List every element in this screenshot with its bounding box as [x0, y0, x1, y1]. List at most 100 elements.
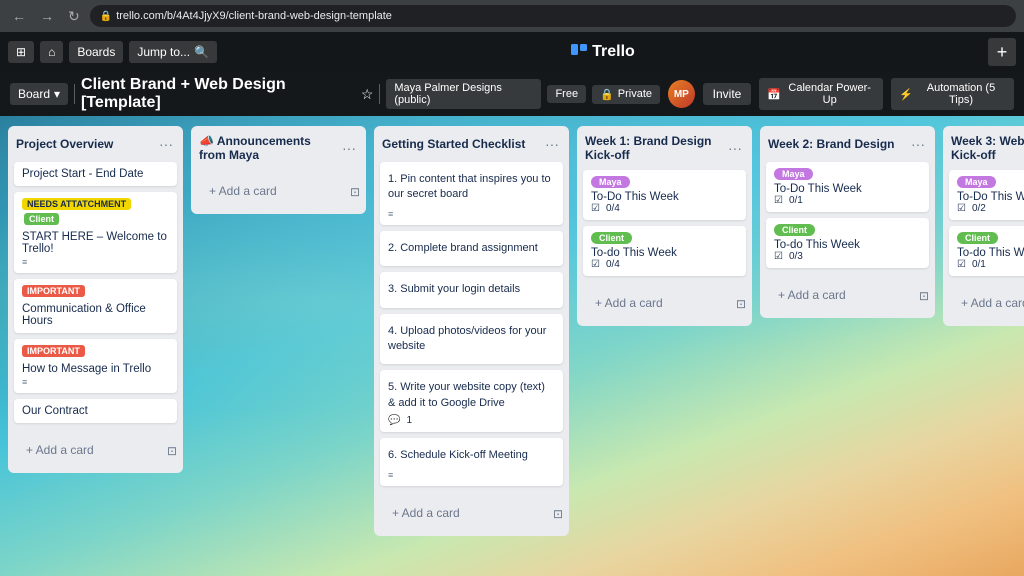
add-card-button-project-overview[interactable]: + Add a card: [18, 437, 163, 463]
column-cards-week2: Maya To-Do This Week ☑ 0/1 Client To-do …: [760, 158, 935, 278]
add-card-button-week2[interactable]: + Add a card: [770, 282, 915, 308]
card-text: Communication & Office Hours: [22, 303, 169, 327]
forward-button[interactable]: →: [36, 6, 58, 26]
add-card-button-week1[interactable]: + Add a card: [587, 290, 732, 316]
add-card-icons: ⊡: [167, 444, 177, 458]
add-card-icons-ann: ⊡: [350, 185, 360, 199]
card-text: How to Message in Trello: [22, 363, 169, 375]
back-button[interactable]: ←: [8, 6, 30, 26]
column-title-project-overview: Project Overview: [16, 137, 113, 151]
card-client-todo-w3[interactable]: Client To-do This Week ☑ 0/1: [949, 226, 1024, 276]
trello-logo-icon: [570, 43, 588, 61]
checklist-icon2-w2: ☑: [774, 251, 783, 262]
badge-client: Client: [24, 213, 59, 225]
home-button[interactable]: ⌂: [40, 41, 63, 63]
badge-needs-attachment: NEEDS ATTATCHMENT: [22, 198, 131, 210]
card-count: ☑ 0/4: [591, 203, 738, 214]
calendar-icon: 📅: [767, 88, 781, 101]
apps-button[interactable]: ⊞: [8, 41, 34, 63]
badge-important-comm: IMPORTANT: [22, 285, 85, 297]
card-client-todo-w2[interactable]: Client To-do This Week ☑ 0/3: [766, 218, 929, 268]
card-text: 6. Schedule Kick-off Meeting: [388, 444, 555, 467]
invite-button[interactable]: Invite: [703, 83, 752, 105]
add-card-row-w2: + Add a card ⊡: [760, 278, 935, 318]
add-card-button-announcements[interactable]: + Add a card: [201, 178, 346, 204]
add-card-row-ann: + Add a card ⊡: [191, 174, 366, 214]
column-header-announcements: 📣 Announcements from Maya ···: [191, 126, 366, 166]
add-card-button-week3[interactable]: + Add a card: [953, 290, 1024, 316]
card-upload-photos[interactable]: 4. Upload photos/videos for your website: [380, 314, 563, 365]
divider: [74, 84, 75, 104]
card-submit-login[interactable]: 3. Submit your login details: [380, 272, 563, 307]
card-count2-w3: ☑ 0/1: [957, 259, 1024, 270]
card-maya-todo-w1[interactable]: Maya To-Do This Week ☑ 0/4: [583, 170, 746, 220]
add-global-button[interactable]: +: [988, 38, 1016, 66]
card-count-w3: ☑ 0/2: [957, 203, 1024, 214]
boards-button[interactable]: Boards: [69, 41, 123, 63]
card-comm-office[interactable]: IMPORTANT Communication & Office Hours: [14, 279, 177, 333]
star-button[interactable]: ☆: [361, 86, 374, 103]
card-text: To-Do This Week: [591, 191, 738, 203]
workspace-badge: Maya Palmer Designs (public): [386, 79, 541, 109]
card-write-copy[interactable]: 5. Write your website copy (text) & add …: [380, 370, 563, 432]
card-maya-todo-w3[interactable]: Maya To-Do This Week ☑ 0/2: [949, 170, 1024, 220]
search-button[interactable]: Jump to... 🔍: [129, 41, 217, 63]
topbar-center: Trello: [223, 43, 982, 61]
maya-tag-w2: Maya: [774, 168, 813, 180]
card-start-here[interactable]: NEEDS ATTATCHMENT Client START HERE – We…: [14, 192, 177, 273]
column-week3: Week 3: Web Design Kick-off ··· Maya To-…: [943, 126, 1024, 326]
card-complete-brand[interactable]: 2. Complete brand assignment: [380, 231, 563, 266]
card-message-trello[interactable]: IMPORTANT How to Message in Trello ≡: [14, 339, 177, 393]
maya-tag-w1: Maya: [591, 176, 630, 188]
column-menu-button-w1[interactable]: ···: [726, 138, 744, 158]
column-menu-button-w2[interactable]: ···: [909, 134, 927, 154]
count-label-w3: 0/2: [972, 203, 986, 214]
card-client-todo-w1[interactable]: Client To-do This Week ☑ 0/4: [583, 226, 746, 276]
count-label2-w3: 0/1: [972, 259, 986, 270]
card-count2-w2: ☑ 0/3: [774, 251, 921, 262]
card-contract[interactable]: Our Contract: [14, 399, 177, 423]
template-icon-gs: ⊡: [553, 507, 563, 521]
boards-label: Boards: [77, 45, 115, 59]
automation-button[interactable]: ⚡ Automation (5 Tips): [891, 78, 1014, 110]
lock-privacy-icon: 🔒: [600, 88, 614, 101]
card-pin-content[interactable]: 1. Pin content that inspires you to our …: [380, 162, 563, 225]
card-schedule-kickoff[interactable]: 6. Schedule Kick-off Meeting ≡: [380, 438, 563, 485]
count-label2: 0/4: [606, 259, 620, 270]
card-project-start[interactable]: Project Start - End Date: [14, 162, 177, 186]
board-view-button[interactable]: Board ▾: [10, 83, 68, 105]
add-card-row-gs: + Add a card ⊡: [374, 496, 569, 536]
column-menu-button-gs[interactable]: ···: [543, 134, 561, 154]
description-icon2: ≡: [22, 377, 169, 387]
column-announcements: 📣 Announcements from Maya ··· + Add a ca…: [191, 126, 366, 214]
card-text: To-do This Week: [591, 247, 738, 259]
add-card-icons-w1: ⊡: [736, 297, 746, 311]
card-text: 1. Pin content that inspires you to our …: [388, 168, 555, 207]
card-maya-todo-w2[interactable]: Maya To-Do This Week ☑ 0/1: [766, 162, 929, 212]
column-menu-button[interactable]: ···: [157, 134, 175, 154]
count-label: 0/4: [606, 203, 620, 214]
client-tag-w3: Client: [957, 232, 998, 244]
description-icon: ≡: [22, 257, 169, 267]
card-text: Project Start - End Date: [22, 168, 169, 180]
add-card-row-w1: + Add a card ⊡: [577, 286, 752, 326]
plan-badge: Free: [547, 85, 586, 103]
browser-chrome: ← → ↻ 🔒 trello.com/b/4At4JjyX9/client-br…: [0, 0, 1024, 32]
column-menu-button-ann[interactable]: ···: [340, 138, 358, 158]
add-card-icons-gs: ⊡: [553, 507, 563, 521]
privacy-badge: 🔒 Private: [592, 85, 660, 104]
calendar-power-up-button[interactable]: 📅 Calendar Power-Up: [759, 78, 883, 110]
refresh-button[interactable]: ↻: [64, 6, 84, 27]
url-bar[interactable]: 🔒 trello.com/b/4At4JjyX9/client-brand-we…: [90, 5, 1016, 27]
column-week1: Week 1: Brand Design Kick-off ··· Maya T…: [577, 126, 752, 326]
add-card-button-getting-started[interactable]: + Add a card: [384, 500, 549, 526]
add-card-row-w3: + Add a card ⊡: [943, 286, 1024, 326]
board-header-left: Board ▾ Client Brand + Web Design [Templ…: [10, 76, 660, 112]
lock-icon: 🔒: [100, 11, 112, 22]
maya-tag-w3: Maya: [957, 176, 996, 188]
add-card-icons-w2: ⊡: [919, 289, 929, 303]
card-text: START HERE – Welcome to Trello!: [22, 231, 169, 255]
checklist-icon: ☑: [591, 203, 600, 214]
template-icon-w2: ⊡: [919, 289, 929, 303]
description-icon4: ≡: [388, 470, 555, 480]
